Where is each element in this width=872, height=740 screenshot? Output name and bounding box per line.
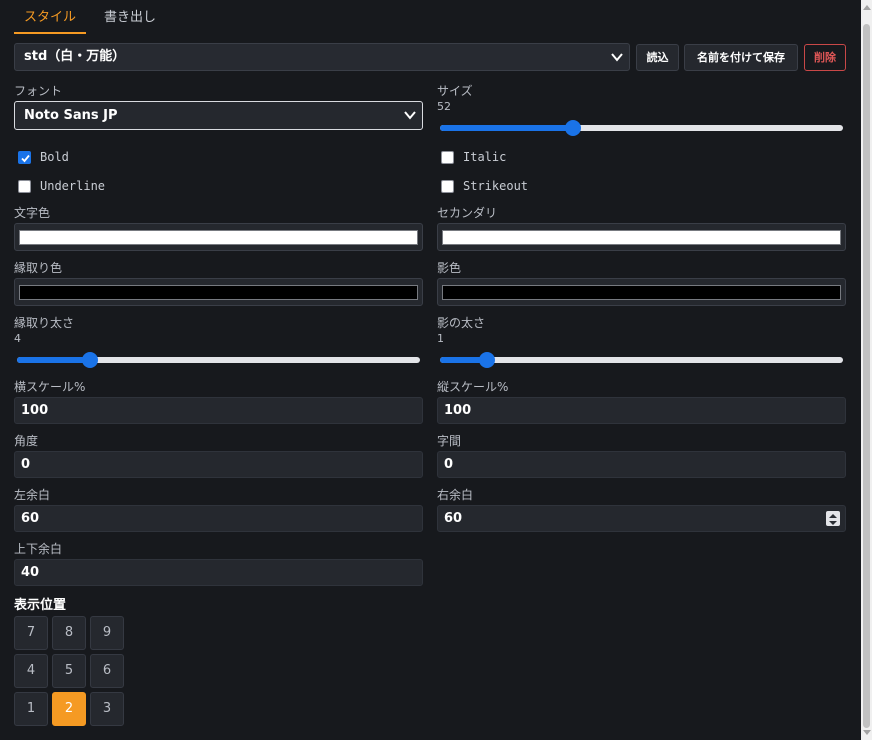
vertical-scrollbar[interactable]: [861, 0, 872, 740]
style-editor-panel: スタイル 書き出し std（白・万能） 読込 名前を付けて保存 削除 フォント …: [0, 0, 860, 740]
font-value: Noto Sans JP: [24, 108, 118, 123]
size-slider[interactable]: [440, 120, 843, 136]
position-button[interactable]: 6: [90, 654, 124, 688]
outline-width-slider[interactable]: [17, 352, 420, 368]
text-color-swatch: [19, 230, 418, 245]
bold-checkbox[interactable]: [18, 151, 31, 164]
outline-color-label: 縁取り色: [14, 261, 63, 275]
style-preset-value: std（白・万能）: [24, 49, 126, 64]
style-preset-select[interactable]: std（白・万能）: [14, 43, 630, 71]
position-button[interactable]: 5: [52, 654, 86, 688]
position-title: 表示位置: [14, 598, 67, 613]
secondary-color-picker[interactable]: [437, 223, 846, 251]
number-spinner-icon[interactable]: [826, 511, 840, 526]
scale-x-label: 横スケール%: [14, 380, 86, 394]
angle-input[interactable]: 0: [14, 451, 423, 478]
font-select[interactable]: Noto Sans JP: [14, 101, 423, 130]
strikeout-checkbox[interactable]: [441, 180, 454, 193]
spacing-input[interactable]: 0: [437, 451, 846, 478]
position-button[interactable]: 7: [14, 616, 48, 650]
spacing-label: 字間: [437, 434, 462, 448]
underline-checkbox[interactable]: [18, 180, 31, 193]
size-value: 52: [437, 100, 451, 113]
shadow-width-value: 1: [437, 332, 444, 345]
secondary-color-label: セカンダリ: [437, 206, 498, 220]
strikeout-label: Strikeout: [463, 179, 529, 193]
text-color-picker[interactable]: [14, 223, 423, 251]
text-color-label: 文字色: [14, 206, 51, 220]
tab-bar: スタイル 書き出し: [14, 0, 166, 36]
checkmark-icon: [21, 154, 30, 163]
save-as-button[interactable]: 名前を付けて保存: [684, 44, 798, 71]
shadow-color-picker[interactable]: [437, 278, 846, 306]
scroll-up-icon[interactable]: [863, 5, 871, 10]
shadow-width-label: 影の太さ: [437, 316, 486, 330]
shadow-width-slider-thumb[interactable]: [479, 352, 496, 368]
scrollbar-thumb[interactable]: [863, 24, 870, 728]
outline-width-label: 縁取り太さ: [14, 316, 75, 330]
load-button[interactable]: 読込: [636, 44, 679, 71]
margin-right-label: 右余白: [437, 488, 474, 502]
scale-x-input[interactable]: 100: [14, 397, 423, 424]
angle-label: 角度: [14, 434, 39, 448]
font-label: フォント: [14, 84, 63, 98]
size-slider-thumb[interactable]: [564, 120, 581, 136]
size-label: サイズ: [437, 84, 473, 98]
outline-color-picker[interactable]: [14, 278, 423, 306]
italic-label: Italic: [463, 150, 507, 164]
scale-y-label: 縦スケール%: [437, 380, 509, 394]
shadow-color-swatch: [442, 285, 841, 300]
secondary-color-swatch: [442, 230, 841, 245]
margin-left-input[interactable]: 60: [14, 505, 423, 532]
margin-right-input[interactable]: 60: [437, 505, 846, 532]
scroll-down-icon[interactable]: [863, 730, 871, 735]
outline-color-swatch: [19, 285, 418, 300]
tab-export[interactable]: 書き出し: [94, 0, 166, 34]
position-button[interactable]: 3: [90, 692, 124, 726]
position-button[interactable]: 9: [90, 616, 124, 650]
bold-label: Bold: [40, 150, 69, 164]
position-button[interactable]: 4: [14, 654, 48, 688]
margin-vertical-input[interactable]: 40: [14, 559, 423, 586]
chevron-down-icon: [404, 111, 416, 120]
margin-vertical-label: 上下余白: [14, 542, 63, 556]
scale-y-input[interactable]: 100: [437, 397, 846, 424]
shadow-color-label: 影色: [437, 261, 462, 275]
outline-width-slider-thumb[interactable]: [81, 352, 98, 368]
margin-right-value: 60: [444, 511, 463, 526]
delete-button[interactable]: 削除: [804, 44, 846, 71]
underline-label: Underline: [40, 179, 106, 193]
shadow-width-slider[interactable]: [440, 352, 843, 368]
position-button[interactable]: 1: [14, 692, 48, 726]
tab-style[interactable]: スタイル: [14, 0, 87, 34]
position-button[interactable]: 8: [52, 616, 86, 650]
outline-width-value: 4: [14, 332, 21, 345]
position-button[interactable]: 2: [52, 692, 86, 726]
italic-checkbox[interactable]: [441, 151, 454, 164]
margin-left-label: 左余白: [14, 488, 51, 502]
chevron-down-icon: [611, 53, 623, 62]
